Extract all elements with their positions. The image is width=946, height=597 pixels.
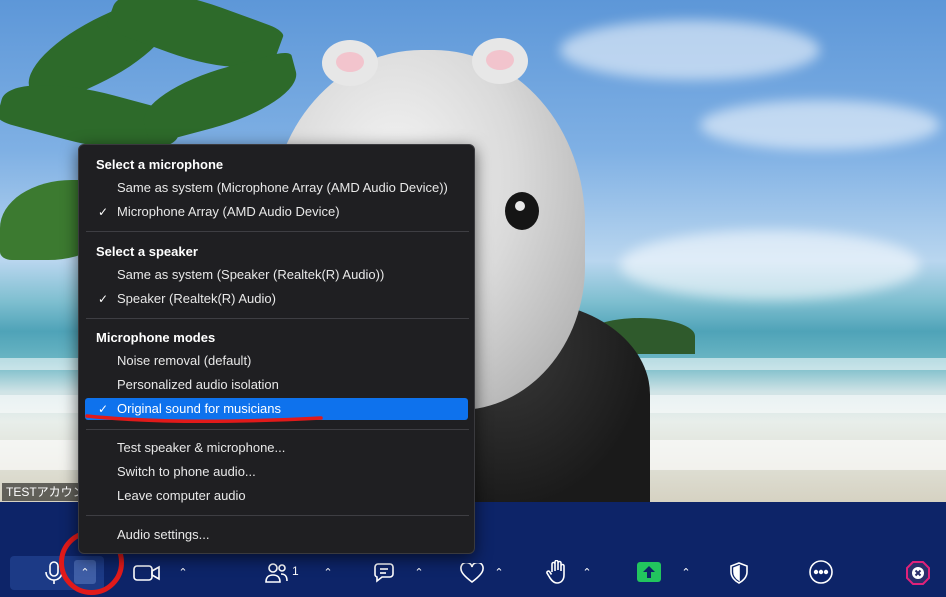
- avatar-eye: [505, 192, 539, 230]
- raise-hand-button[interactable]: [545, 559, 569, 585]
- menu-item-personalized-isolation[interactable]: Personalized audio isolation: [85, 374, 468, 396]
- menu-item-speaker-realtek[interactable]: ✓ Speaker (Realtek(R) Audio): [85, 288, 468, 310]
- cloud: [560, 20, 820, 80]
- menu-item-label: Microphone Array (AMD Audio Device): [117, 204, 340, 219]
- menu-item-label: Test speaker & microphone...: [117, 440, 286, 455]
- menu-item-leave-computer-audio[interactable]: Leave computer audio: [85, 485, 468, 507]
- menu-item-audio-settings[interactable]: Audio settings...: [85, 524, 468, 546]
- more-icon: [809, 560, 833, 584]
- menu-item-label: Noise removal (default): [117, 353, 252, 368]
- menu-item-test-speaker-mic[interactable]: Test speaker & microphone...: [85, 437, 468, 459]
- menu-item-label: Same as system (Microphone Array (AMD Au…: [117, 180, 448, 195]
- caret-up-icon: ⌃: [178, 566, 188, 579]
- cloud: [620, 230, 920, 300]
- video-camera-icon: [133, 565, 160, 581]
- avatar-ear: [472, 38, 528, 84]
- menu-item-noise-removal[interactable]: Noise removal (default): [85, 350, 468, 372]
- caret-up-icon: ⌃: [582, 566, 592, 579]
- more-button[interactable]: [808, 559, 834, 585]
- participants-options-caret[interactable]: ⌃: [319, 563, 337, 581]
- caret-up-icon: ⌃: [494, 566, 504, 579]
- microphone-modes-heading: Microphone modes: [96, 330, 216, 345]
- annotation-red-underline: [85, 414, 323, 423]
- avatar-ear: [322, 40, 378, 86]
- chat-button[interactable]: [373, 561, 399, 585]
- caret-up-icon: ⌃: [323, 566, 333, 579]
- checkmark-icon: ✓: [98, 292, 109, 306]
- menu-item-speaker-same-as-system[interactable]: Same as system (Speaker (Realtek(R) Audi…: [85, 264, 468, 286]
- menu-item-label: Personalized audio isolation: [117, 377, 279, 392]
- reactions-options-caret[interactable]: ⌃: [490, 563, 508, 581]
- video-button[interactable]: [133, 562, 161, 584]
- menu-item-mic-same-as-system[interactable]: Same as system (Microphone Array (AMD Au…: [85, 177, 468, 199]
- speaker-section-heading: Select a speaker: [96, 244, 198, 259]
- participants-button[interactable]: [264, 561, 290, 585]
- security-button[interactable]: [728, 561, 750, 585]
- menu-item-label: Leave computer audio: [117, 488, 246, 503]
- menu-item-label: Audio settings...: [117, 527, 210, 542]
- share-screen-icon: [643, 566, 655, 578]
- audio-options-menu: Select a microphone Same as system (Micr…: [78, 144, 475, 554]
- security-shield-icon: [730, 562, 748, 584]
- video-options-caret[interactable]: ⌃: [174, 563, 192, 581]
- checkmark-icon: ✓: [98, 205, 109, 219]
- menu-item-switch-phone-audio[interactable]: Switch to phone audio...: [85, 461, 468, 483]
- caret-up-icon: ⌃: [414, 566, 424, 579]
- menu-item-label: Switch to phone audio...: [117, 464, 256, 479]
- raise-hand-icon: [546, 560, 565, 584]
- share-screen-button[interactable]: [637, 562, 661, 582]
- raise-hand-options-caret[interactable]: ⌃: [578, 563, 596, 581]
- menu-divider: [86, 429, 469, 430]
- microphone-section-heading: Select a microphone: [96, 157, 224, 172]
- caret-up-icon: ⌃: [681, 566, 691, 579]
- menu-divider: [86, 515, 469, 516]
- cloud: [700, 100, 940, 150]
- leave-button[interactable]: [906, 561, 930, 585]
- menu-item-label: Same as system (Speaker (Realtek(R) Audi…: [117, 267, 385, 282]
- reactions-button[interactable]: [459, 562, 485, 584]
- menu-divider: [86, 318, 469, 319]
- chat-icon: [374, 563, 394, 583]
- participants-count: 1: [292, 564, 299, 578]
- share-options-caret[interactable]: ⌃: [677, 563, 695, 581]
- chat-options-caret[interactable]: ⌃: [410, 563, 428, 581]
- menu-item-mic-array[interactable]: ✓ Microphone Array (AMD Audio Device): [85, 201, 468, 223]
- reactions-heart-icon: [460, 563, 484, 583]
- menu-item-label: Speaker (Realtek(R) Audio): [117, 291, 276, 306]
- leave-icon: [906, 561, 930, 585]
- participants-icon: [265, 563, 288, 583]
- menu-divider: [86, 231, 469, 232]
